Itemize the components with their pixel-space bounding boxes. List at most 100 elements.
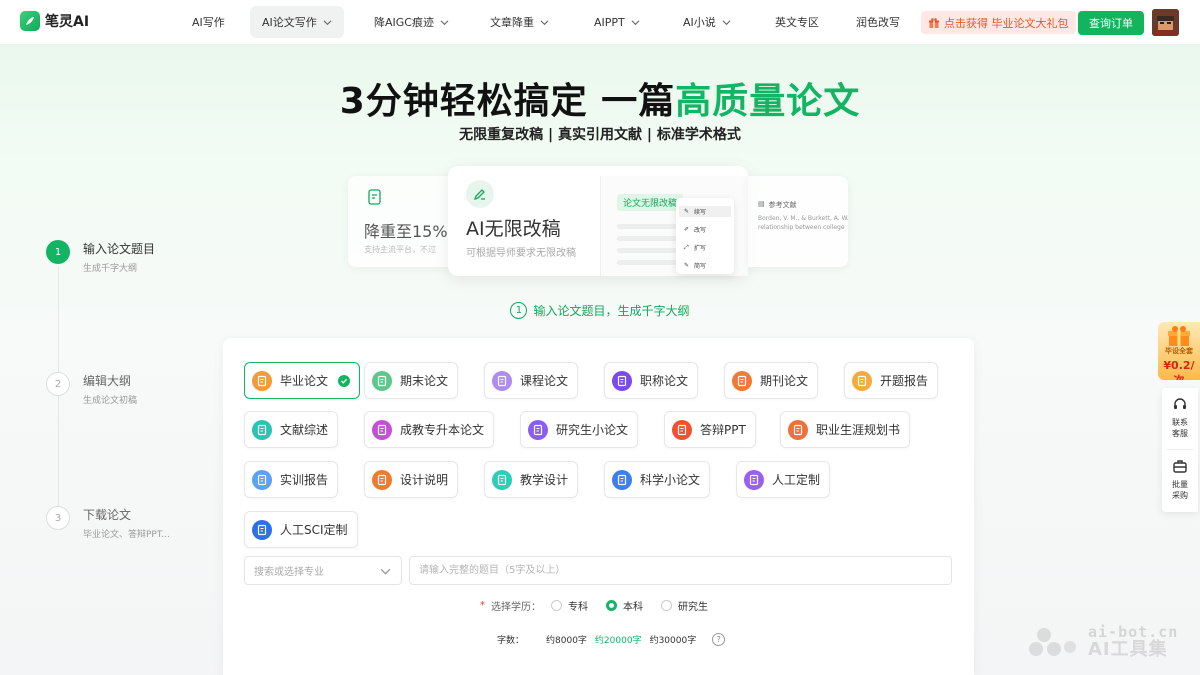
proposal-icon bbox=[852, 370, 872, 391]
nav-ai-novel[interactable]: AI小说 bbox=[671, 6, 743, 38]
paper-type-label: 研究生小论文 bbox=[556, 423, 629, 437]
sci-document-icon bbox=[252, 519, 272, 540]
paper-type-graduation[interactable]: 毕业论文 bbox=[244, 362, 361, 399]
divider bbox=[1166, 449, 1194, 450]
contact-label: 联系客服 bbox=[1172, 418, 1188, 438]
paper-type-adult-edu[interactable]: 成教专升本论文 bbox=[364, 411, 495, 448]
training-report-icon bbox=[252, 469, 272, 490]
hero-title: 3分钟轻松搞定 一篇高质量论文 bbox=[0, 72, 1200, 124]
title-paper-icon bbox=[612, 370, 632, 391]
step-number: 2 bbox=[46, 372, 70, 396]
teaching-design-icon bbox=[492, 469, 512, 490]
nav-rewrite[interactable]: 文章降重 bbox=[478, 6, 561, 38]
major-select[interactable]: 搜索或选择专业 bbox=[244, 556, 402, 585]
avatar-image bbox=[1152, 9, 1179, 36]
paper-type-label: 毕业论文 bbox=[280, 374, 329, 388]
word-count-label: 字数： bbox=[497, 636, 525, 646]
promo-button[interactable]: 点击获得 毕业论文大礼包 bbox=[921, 11, 1076, 34]
pen-icon: ✎ bbox=[684, 208, 690, 215]
nav-ai-writing[interactable]: AI写作 bbox=[180, 6, 237, 38]
step-desc: 生成千字大纲 bbox=[83, 264, 138, 274]
radio-graduate[interactable]: 研究生 bbox=[661, 598, 708, 613]
feature-card-references: ▤ 参考文献 Borden, V. M., & Burkett, A. W. re… bbox=[748, 176, 848, 267]
paper-type-training-report[interactable]: 实训报告 bbox=[244, 461, 339, 498]
nav-polish[interactable]: 润色改写 bbox=[844, 6, 912, 38]
final-paper-icon bbox=[372, 370, 392, 391]
chevron-down-icon bbox=[631, 19, 640, 25]
logo-text: 笔灵AI bbox=[45, 14, 90, 30]
paper-type-proposal[interactable]: 开题报告 bbox=[844, 362, 939, 399]
word-option-20000[interactable]: 约20000字 bbox=[595, 633, 642, 646]
word-option-30000[interactable]: 约30000字 bbox=[650, 633, 697, 646]
briefcase-icon bbox=[1173, 460, 1187, 473]
paper-type-sci-custom[interactable]: 人工SCI定制 bbox=[244, 511, 358, 548]
step-desc: 生成论文初稿 bbox=[83, 396, 138, 406]
nav-label: 润色改写 bbox=[856, 16, 900, 29]
feature-card-desc: 可根据导师要求无限改稿 bbox=[466, 248, 576, 259]
paper-type-defense-ppt[interactable]: 答辩PPT bbox=[664, 411, 756, 448]
radio-label: 本科 bbox=[623, 602, 643, 613]
paper-type-label: 人工SCI定制 bbox=[280, 523, 348, 537]
literature-review-icon bbox=[252, 419, 272, 440]
paper-type-final[interactable]: 期末论文 bbox=[364, 362, 459, 399]
hero-title-highlight: 高质量论文 bbox=[675, 81, 861, 122]
paper-type-label: 设计说明 bbox=[400, 473, 449, 487]
nav-label: AI写作 bbox=[192, 16, 225, 29]
paper-type-journal[interactable]: 期刊论文 bbox=[724, 362, 819, 399]
menu-item-shorten: ✎ 简写 bbox=[684, 262, 707, 270]
word-option-8000[interactable]: 约8000字 bbox=[546, 633, 587, 646]
watermark-name: AI工具集 bbox=[1088, 639, 1168, 660]
paper-type-teaching-design[interactable]: 教学设计 bbox=[484, 461, 579, 498]
logo[interactable]: 笔灵AI bbox=[20, 11, 89, 31]
paper-type-label: 教学设计 bbox=[520, 473, 569, 487]
step-desc: 毕业论文、答辩PPT... bbox=[83, 530, 170, 540]
paper-type-review[interactable]: 文献综述 bbox=[244, 411, 339, 448]
nav-aippt[interactable]: AIPPT bbox=[582, 6, 652, 38]
paper-type-custom[interactable]: 人工定制 bbox=[736, 461, 831, 498]
paper-type-label: 实训报告 bbox=[280, 473, 329, 487]
gift-float-button[interactable]: 毕设全套 ¥0.2/次 bbox=[1158, 322, 1200, 380]
chevron-down-icon bbox=[722, 19, 731, 25]
watermark: ai-bot.cn AI工具集 bbox=[1026, 620, 1196, 662]
graduate-paper-icon bbox=[528, 419, 548, 440]
step-title: 下载论文 bbox=[83, 508, 132, 522]
shorten-icon: ✎ bbox=[684, 262, 690, 269]
ppt-icon bbox=[672, 419, 692, 440]
nav-ai-paper[interactable]: AI论文写作 bbox=[250, 6, 344, 38]
paper-type-label: 开题报告 bbox=[880, 374, 929, 388]
text-line bbox=[617, 248, 677, 253]
contact-service-button[interactable]: 联系客服 bbox=[1162, 396, 1198, 439]
bulk-purchase-button[interactable]: 批量采购 bbox=[1162, 458, 1198, 501]
hero-title-prefix: 3分钟轻松搞定 一篇 bbox=[339, 81, 676, 122]
text-line bbox=[617, 236, 677, 241]
nav-english[interactable]: 英文专区 bbox=[763, 6, 831, 38]
headset-icon bbox=[1174, 398, 1186, 409]
side-toolbar: 联系客服 批量采购 bbox=[1162, 388, 1198, 512]
expand-icon: ⤢ bbox=[684, 243, 689, 251]
text-line bbox=[617, 224, 677, 229]
editor-context-menu: ✎ 续写 ✐ 改写 ⤢ 扩写 ✎ 简写 bbox=[676, 198, 734, 274]
reference-text: Borden, V. M., & Burkett, A. W. relation… bbox=[758, 215, 848, 231]
graduation-paper-icon bbox=[252, 370, 272, 391]
paper-type-design-spec[interactable]: 设计说明 bbox=[364, 461, 459, 498]
topic-input[interactable] bbox=[409, 556, 952, 585]
paper-type-course[interactable]: 课程论文 bbox=[484, 362, 579, 399]
paper-type-title[interactable]: 职称论文 bbox=[604, 362, 699, 399]
nav-label: 降AIGC痕迹 bbox=[374, 16, 434, 29]
paper-type-label: 职称论文 bbox=[640, 374, 689, 388]
feature-card-title: 降重至15%以 bbox=[364, 222, 458, 241]
radio-circle bbox=[551, 600, 562, 611]
paper-type-science[interactable]: 科学小论文 bbox=[604, 461, 711, 498]
paper-type-label: 成教专升本论文 bbox=[400, 423, 485, 437]
paper-type-career-plan[interactable]: 职业生涯规划书 bbox=[780, 411, 911, 448]
help-icon[interactable]: ? bbox=[712, 633, 726, 646]
radio-junior-college[interactable]: 专科 bbox=[551, 598, 588, 613]
bulk-label: 批量采购 bbox=[1172, 480, 1188, 500]
query-order-button[interactable]: 查询订单 bbox=[1078, 11, 1144, 35]
avatar[interactable] bbox=[1152, 9, 1179, 36]
nav-label: AI论文写作 bbox=[262, 16, 317, 29]
radio-bachelor[interactable]: 本科 bbox=[606, 598, 643, 613]
paper-type-graduate-short[interactable]: 研究生小论文 bbox=[520, 411, 639, 448]
nav-reduce-aigc[interactable]: 降AIGC痕迹 bbox=[362, 6, 461, 38]
edit-icon bbox=[466, 180, 494, 208]
